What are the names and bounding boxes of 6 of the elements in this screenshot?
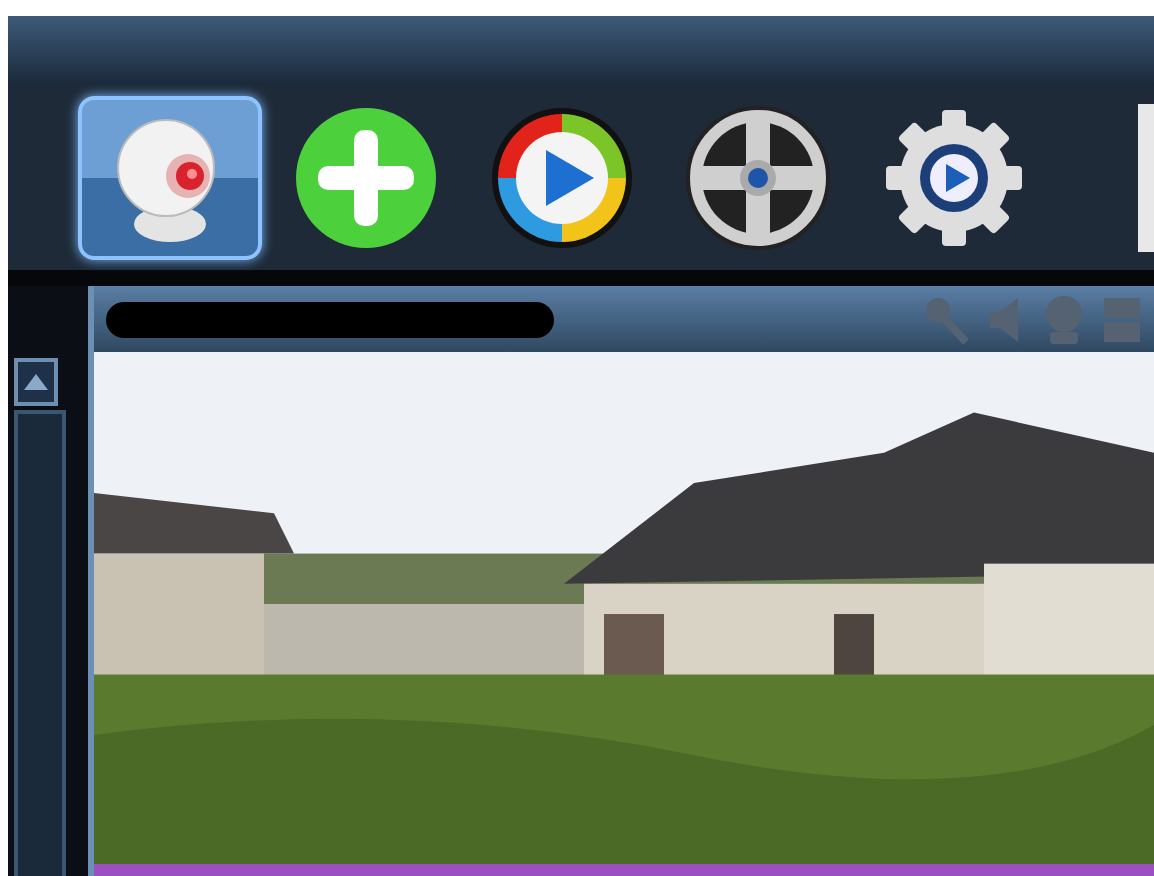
film-reel-icon <box>686 105 830 249</box>
up-arrow-icon <box>24 374 48 390</box>
plus-icon <box>294 105 438 249</box>
scroll-up-button[interactable] <box>14 358 58 406</box>
play-icon <box>490 105 634 249</box>
gear-icon <box>882 105 1026 249</box>
